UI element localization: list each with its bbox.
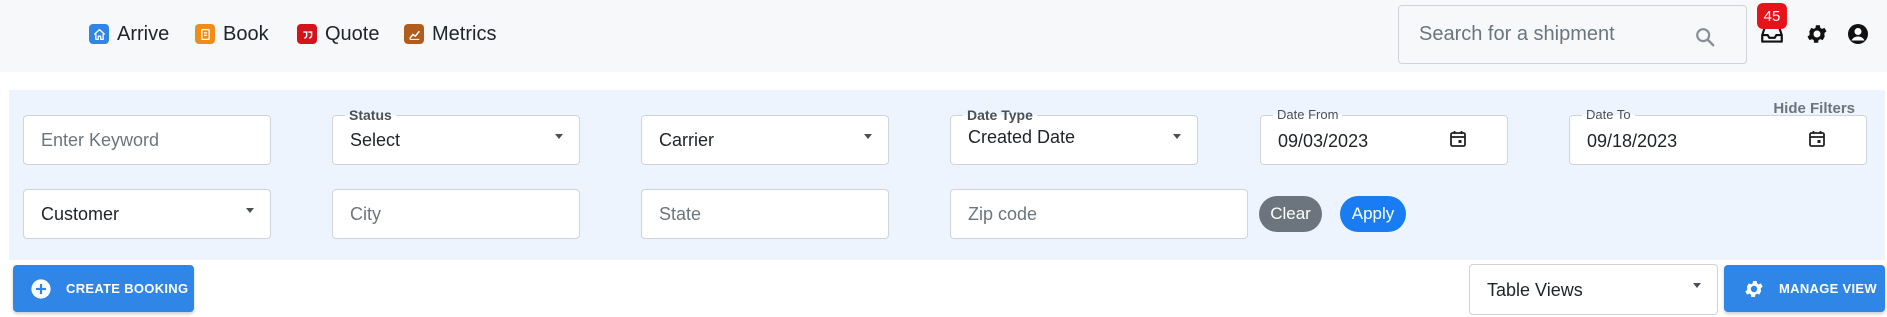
date-type-value: Created Date (968, 127, 1076, 147)
status-select[interactable]: Status Select (332, 107, 580, 165)
home-icon (89, 24, 109, 44)
filters-panel: Hide Filters Enter Keyword Status Select… (9, 90, 1885, 260)
gear-icon[interactable] (1803, 20, 1831, 48)
city-placeholder: City (350, 204, 381, 224)
nav-item-metrics[interactable]: Metrics (404, 20, 496, 48)
state-input[interactable]: State (641, 189, 889, 239)
apply-button[interactable]: Apply (1340, 196, 1406, 232)
chevron-down-icon (864, 134, 872, 139)
clear-button[interactable]: Clear (1259, 196, 1322, 232)
nav-item-label: Arrive (117, 22, 170, 45)
search-input[interactable] (1419, 23, 1689, 46)
nav-item-book[interactable]: Book (195, 20, 269, 48)
date-from-field[interactable]: Date From 09/03/2023 (1260, 107, 1508, 165)
search-icon[interactable] (1694, 26, 1716, 48)
nav-item-quote[interactable]: Quote (297, 20, 379, 48)
date-from-label: Date From (1273, 107, 1343, 122)
date-to-field[interactable]: Date To 09/18/2023 (1569, 107, 1867, 165)
nav-item-label: Book (223, 22, 269, 45)
carrier-select[interactable]: Carrier (641, 115, 889, 165)
notification-badge: 45 (1757, 3, 1787, 29)
customer-value: Customer (41, 204, 120, 224)
nav-item-arrive[interactable]: Arrive (89, 20, 169, 48)
status-value: Select (350, 130, 401, 150)
keyword-placeholder: Enter Keyword (41, 130, 160, 150)
zip-code-placeholder: Zip code (968, 204, 1038, 224)
gear-icon (1745, 280, 1763, 297)
table-views-value: Table Views (1487, 280, 1583, 300)
nav-item-label: Metrics (432, 22, 497, 45)
date-to-label: Date To (1582, 107, 1635, 122)
create-booking-button[interactable]: CREATE BOOKING (13, 265, 194, 312)
keyword-input[interactable]: Enter Keyword (23, 115, 271, 165)
chevron-down-icon (1173, 134, 1181, 139)
create-booking-label: CREATE BOOKING (66, 281, 189, 296)
quote-icon (297, 24, 317, 44)
customer-select[interactable]: Customer (23, 189, 271, 239)
date-type-select[interactable]: Date Type Created Date (950, 107, 1198, 165)
date-to-value: 09/18/2023 (1587, 131, 1678, 151)
chart-icon (404, 24, 424, 44)
calendar-icon[interactable] (1449, 130, 1467, 148)
chevron-down-icon (555, 134, 563, 139)
nav-item-label: Quote (325, 22, 380, 45)
chevron-down-icon (246, 208, 254, 213)
calendar-icon[interactable] (1808, 130, 1826, 148)
top-navbar: Arrive Book Quote Metrics 45 (0, 0, 1887, 72)
city-input[interactable]: City (332, 189, 580, 239)
zip-code-input[interactable]: Zip code (950, 189, 1248, 239)
chevron-down-icon (1693, 283, 1701, 288)
date-from-value: 09/03/2023 (1278, 131, 1369, 151)
status-label: Status (345, 107, 396, 123)
book-icon (195, 24, 215, 44)
user-account-icon[interactable] (1844, 20, 1872, 48)
date-type-label: Date Type (963, 107, 1037, 123)
table-views-select[interactable]: Table Views (1469, 264, 1718, 315)
state-placeholder: State (659, 204, 702, 224)
add-circle-icon (31, 278, 51, 299)
manage-view-button[interactable]: MANAGE VIEW (1724, 265, 1885, 312)
shipment-search[interactable] (1398, 5, 1747, 64)
carrier-value: Carrier (659, 130, 715, 150)
manage-view-label: MANAGE VIEW (1779, 281, 1877, 296)
